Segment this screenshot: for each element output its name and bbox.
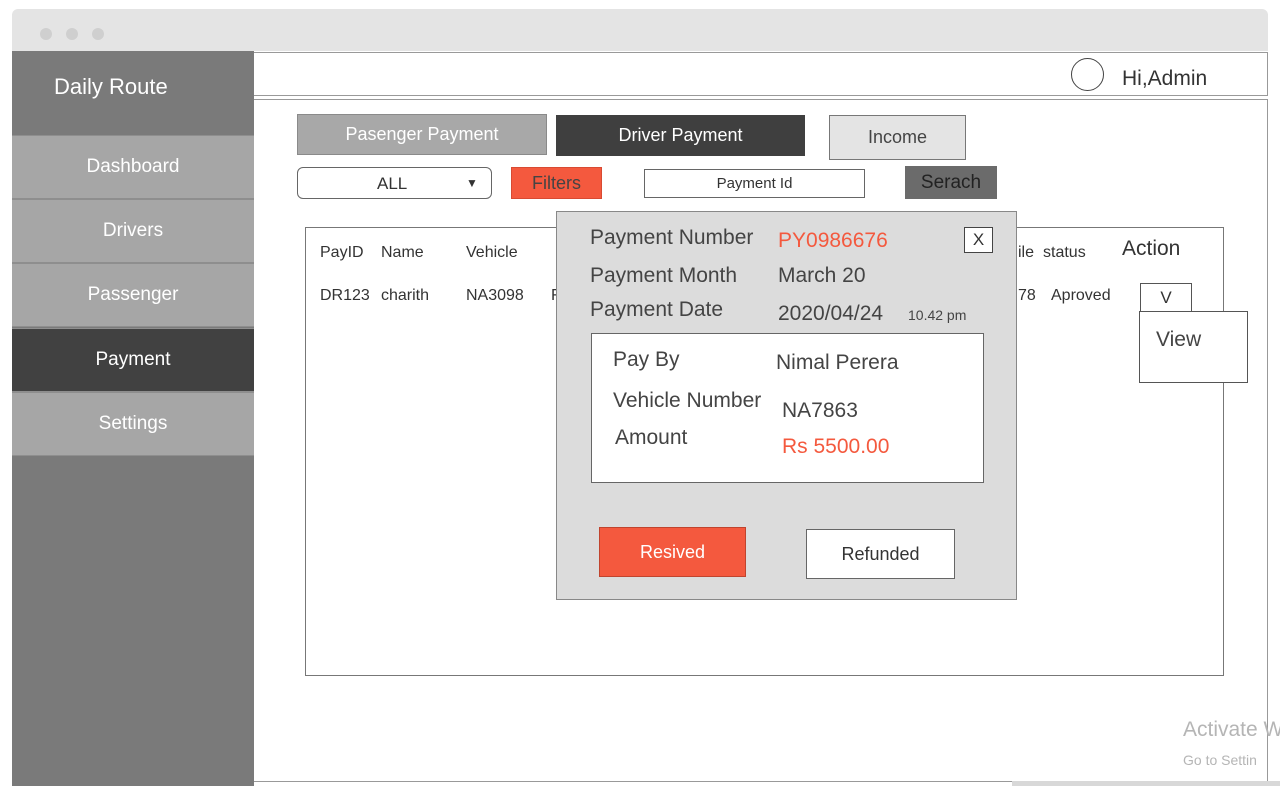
status-select[interactable]: ALL ▼ [297, 167, 492, 199]
status-select-value: ALL [377, 174, 408, 193]
vehicle-number-label: Vehicle Number [613, 389, 762, 412]
action-dropdown-menu: View [1139, 311, 1248, 383]
payment-id-search-input[interactable] [644, 169, 865, 198]
payment-time-value: 10.42 pm [908, 307, 967, 323]
avatar[interactable] [1071, 58, 1104, 91]
vehicle-number-value: NA7863 [782, 399, 858, 422]
top-bar: Hi,Admin [254, 52, 1268, 96]
activate-watermark-title: Activate W [1183, 718, 1280, 741]
window-close-dot-icon[interactable] [40, 28, 52, 40]
view-menu-item[interactable]: View [1156, 328, 1201, 352]
search-button[interactable]: Serach [905, 166, 997, 199]
table-cell-vehicle: NA3098 [466, 287, 524, 304]
filters-button[interactable]: Filters [511, 167, 602, 199]
close-modal-button[interactable]: X [964, 227, 993, 253]
window-maximize-dot-icon[interactable] [92, 28, 104, 40]
payment-date-value: 2020/04/24 [778, 302, 884, 325]
payment-month-value: March 20 [778, 264, 866, 287]
window-titlebar [12, 9, 1268, 51]
payment-number-value: PY0986676 [778, 229, 888, 252]
column-header-mobile: ile [1018, 244, 1035, 261]
window-minimize-dot-icon[interactable] [66, 28, 78, 40]
sidebar-item-dashboard[interactable]: Dashboard [12, 135, 254, 199]
table-cell-name: charith [381, 287, 430, 304]
payment-date-label: Payment Date [590, 298, 724, 321]
received-button[interactable]: Resived [599, 527, 746, 577]
amount-label: Amount [615, 426, 688, 449]
greeting-text: Hi,Admin [1122, 67, 1208, 90]
table-cell-status: Aproved [1051, 287, 1111, 304]
refunded-button[interactable]: Refunded [806, 529, 955, 579]
activate-watermark-subtitle: Go to Settin [1183, 752, 1257, 768]
column-header-action: Action [1122, 237, 1181, 260]
payment-number-label: Payment Number [590, 226, 754, 249]
bottom-strip [1012, 781, 1280, 786]
sidebar-item-drivers[interactable]: Drivers [12, 199, 254, 263]
column-header-vehicle: Vehicle [466, 244, 518, 261]
pay-by-label: Pay By [613, 348, 680, 371]
amount-value: Rs 5500.00 [782, 435, 890, 458]
tab-driver-payment[interactable]: Driver Payment [556, 115, 805, 156]
brand-title: Daily Route [12, 51, 254, 135]
column-header-name: Name [381, 244, 424, 261]
row-action-button[interactable]: V [1140, 283, 1192, 312]
tab-income[interactable]: Income [829, 115, 966, 160]
column-header-status: status [1043, 244, 1086, 261]
table-cell-mobile: 78 [1018, 287, 1036, 304]
column-header-payid: PayID [320, 244, 364, 261]
caret-down-icon: ▼ [466, 176, 478, 190]
sidebar-item-payment[interactable]: Payment [12, 328, 254, 392]
sidebar: Daily Route Dashboard Drivers Passenger … [12, 51, 254, 786]
payment-month-label: Payment Month [590, 264, 738, 287]
sidebar-item-passenger[interactable]: Passenger [12, 263, 254, 327]
tab-passenger-payment[interactable]: Pasenger Payment [297, 114, 547, 155]
table-cell-payid: DR123 [320, 287, 370, 304]
sidebar-item-settings[interactable]: Settings [12, 392, 254, 456]
pay-by-value: Nimal Perera [776, 351, 899, 374]
